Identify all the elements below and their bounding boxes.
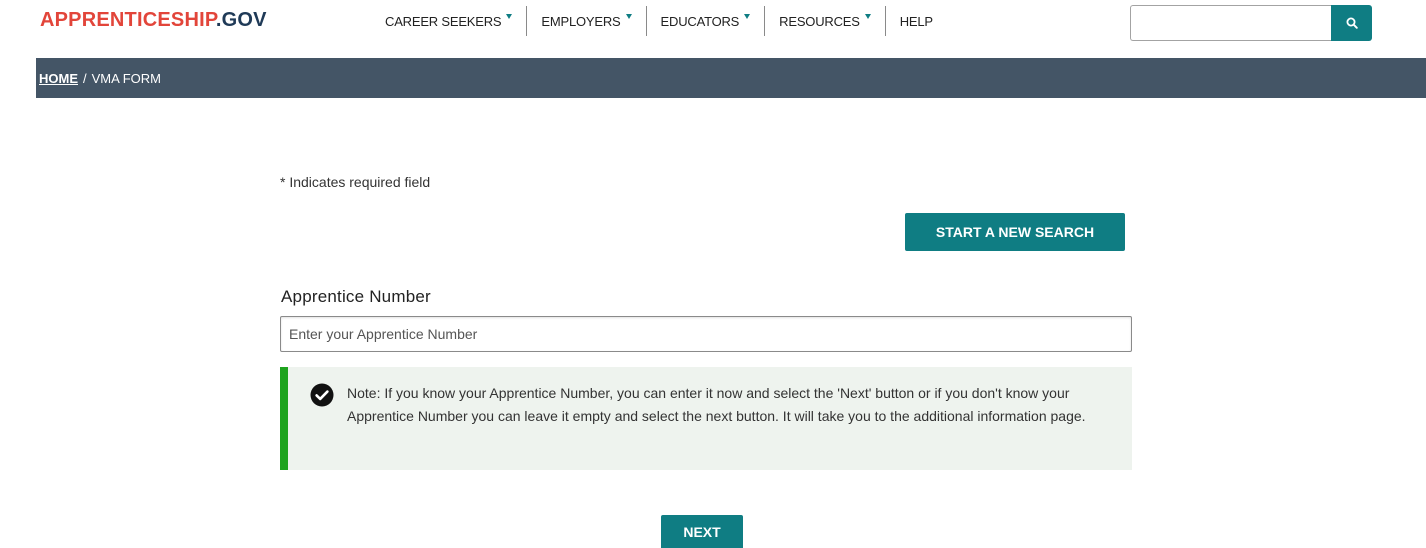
breadcrumb-home-link[interactable]: HOME: [39, 71, 78, 86]
search-input[interactable]: [1130, 5, 1331, 41]
info-note: Note: If you know your Apprentice Number…: [280, 367, 1132, 470]
caret-down-icon: [864, 13, 871, 19]
logo-tld-text: .GOV: [215, 9, 267, 31]
breadcrumb-current: VMA FORM: [91, 70, 161, 86]
site-search: [1130, 5, 1372, 41]
caret-down-icon: [506, 13, 513, 19]
check-circle-icon: [310, 383, 334, 407]
nav-item-resources[interactable]: RESOURCES: [765, 6, 885, 36]
nav-item-educators[interactable]: EDUCATORS: [647, 6, 765, 36]
apprentice-number-label: Apprentice Number: [281, 287, 431, 306]
search-icon: [1346, 17, 1358, 29]
note-text: Note: If you know your Apprentice Number…: [347, 385, 1086, 424]
logo-main-text: APPRENTICESHIP: [40, 9, 216, 31]
site-logo[interactable]: APPRENTICESHIP.GOV: [40, 8, 267, 32]
breadcrumb-separator: /: [83, 70, 87, 86]
start-new-search-button[interactable]: START A NEW SEARCH: [905, 213, 1125, 251]
caret-down-icon: [625, 13, 632, 19]
main-nav: CAREER SEEKERS EMPLOYERS EDUCATORS RESOU…: [370, 6, 947, 36]
nav-item-label: HELP: [899, 13, 933, 29]
page: APPRENTICESHIP.GOV CAREER SEEKERS EMPLOY…: [0, 0, 1426, 548]
nav-item-label: CAREER SEEKERS: [385, 13, 502, 29]
nav-item-label: RESOURCES: [779, 13, 860, 29]
breadcrumb: HOME / VMA FORM: [36, 58, 1426, 98]
site-header: APPRENTICESHIP.GOV CAREER SEEKERS EMPLOY…: [0, 0, 1426, 58]
apprentice-number-input[interactable]: [280, 316, 1132, 352]
nav-item-help[interactable]: HELP: [886, 6, 947, 36]
nav-item-career-seekers[interactable]: CAREER SEEKERS: [370, 6, 526, 36]
nav-item-employers[interactable]: EMPLOYERS: [527, 6, 645, 36]
caret-down-icon: [744, 13, 751, 19]
nav-item-label: EMPLOYERS: [541, 13, 621, 29]
next-button[interactable]: NEXT: [661, 515, 743, 548]
search-button[interactable]: [1331, 5, 1372, 41]
nav-item-label: EDUCATORS: [660, 13, 740, 29]
required-field-note: * Indicates required field: [280, 174, 431, 190]
